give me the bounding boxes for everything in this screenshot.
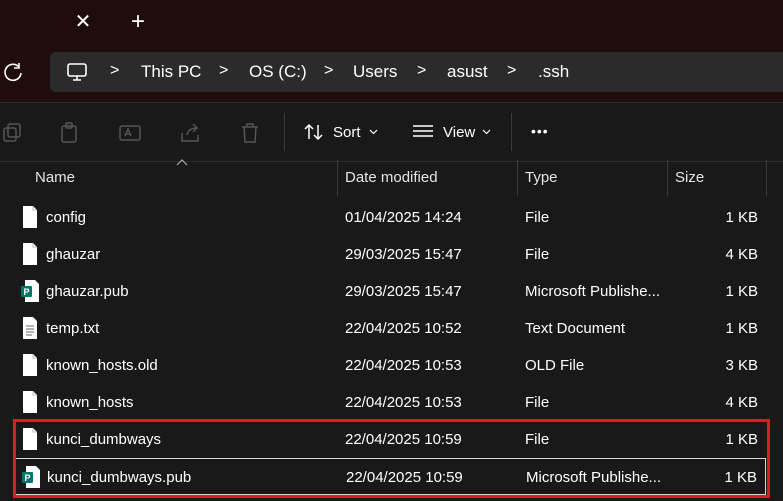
sort-ascending-icon <box>176 159 188 166</box>
column-name-header[interactable]: Name <box>35 169 75 186</box>
column-header-row: Name Date modified Type Size <box>0 159 783 196</box>
file-name: known_hosts <box>46 394 134 411</box>
chevron-right-icon[interactable]: > <box>110 62 119 80</box>
file-date-modified: 01/04/2025 14:24 <box>345 209 462 226</box>
file-date-modified: 22/04/2025 10:53 <box>345 394 462 411</box>
title-bar: ✕ + <box>0 0 783 45</box>
file-type: OLD File <box>525 357 585 374</box>
chevron-right-icon[interactable]: > <box>507 62 516 80</box>
blank-file-icon <box>23 391 37 413</box>
file-name: known_hosts.old <box>46 357 158 374</box>
toolbar-divider <box>511 113 512 151</box>
file-name: config <box>46 209 87 226</box>
more-options-button[interactable]: ••• <box>531 123 549 149</box>
file-type: File <box>525 209 550 226</box>
chevron-right-icon[interactable]: > <box>219 62 228 80</box>
file-size: 1 KB <box>725 283 758 300</box>
file-type: File <box>525 394 550 411</box>
copy-icon[interactable] <box>0 121 24 145</box>
column-type-header[interactable]: Type <box>525 169 558 186</box>
file-row[interactable]: known_hosts.old 22/04/2025 10:53 OLD File 3… <box>14 347 766 384</box>
file-size: 4 KB <box>725 246 758 263</box>
toolbar-divider <box>284 113 285 151</box>
chevron-right-icon[interactable]: > <box>417 62 426 80</box>
file-row[interactable]: Pghauzar.pub 29/03/2025 15:47 Microsoft Pu… <box>14 273 766 310</box>
file-name: ghauzar.pub <box>46 283 129 300</box>
file-type: File <box>525 246 550 263</box>
text-file-icon <box>23 317 37 339</box>
breadcrumb-os-c[interactable]: OS (C:) <box>249 62 307 82</box>
column-size-header[interactable]: Size <box>675 169 704 186</box>
svg-text:P: P <box>23 287 29 297</box>
command-bar: Sort View ••• <box>0 102 783 162</box>
delete-icon[interactable] <box>238 121 262 145</box>
breadcrumb-ssh[interactable]: .ssh <box>538 62 569 82</box>
breadcrumb[interactable]: > This PC > OS (C:) > Users > asust > .s… <box>50 52 783 92</box>
file-name: ghauzar <box>46 246 101 263</box>
view-label: View <box>443 124 476 141</box>
file-date-modified: 29/03/2025 15:47 <box>345 246 462 263</box>
chevron-down-icon <box>369 129 378 135</box>
file-type: Text Document <box>525 320 626 337</box>
chevron-down-icon <box>482 129 491 135</box>
file-date-modified: 29/03/2025 15:47 <box>345 283 462 300</box>
file-size: 1 KB <box>725 320 758 337</box>
sort-label: Sort <box>333 124 361 141</box>
file-type: Microsoft Publishe... <box>525 283 661 300</box>
breadcrumb-asust[interactable]: asust <box>447 62 488 82</box>
paste-icon[interactable] <box>58 121 82 145</box>
rename-icon[interactable] <box>118 121 142 145</box>
view-icon <box>413 125 433 137</box>
close-tab-icon[interactable]: ✕ <box>70 9 96 35</box>
blank-file-icon <box>23 243 37 265</box>
file-row[interactable]: ghauzar 29/03/2025 15:47 File 4 KB <box>14 236 766 273</box>
column-divider[interactable] <box>766 160 767 196</box>
publisher-file-icon: P <box>21 280 39 302</box>
computer-icon[interactable] <box>66 61 88 83</box>
file-row[interactable]: temp.txt 22/04/2025 10:52 Text Document 1 K… <box>14 310 766 347</box>
blank-file-icon <box>23 354 37 376</box>
chevron-right-icon[interactable]: > <box>324 62 333 80</box>
breadcrumb-users[interactable]: Users <box>353 62 397 82</box>
refresh-icon[interactable] <box>2 61 24 83</box>
blank-file-icon <box>23 206 37 228</box>
column-divider[interactable] <box>517 160 518 196</box>
file-size: 3 KB <box>725 357 758 374</box>
sort-icon <box>304 123 323 141</box>
address-bar-row: > This PC > OS (C:) > Users > asust > .s… <box>0 45 783 102</box>
breadcrumb-this-pc[interactable]: This PC <box>141 62 201 82</box>
column-divider[interactable] <box>667 160 668 196</box>
highlight-box <box>13 419 770 498</box>
new-tab-icon[interactable]: + <box>125 9 151 35</box>
file-date-modified: 22/04/2025 10:53 <box>345 357 462 374</box>
file-size: 1 KB <box>725 209 758 226</box>
column-date-header[interactable]: Date modified <box>345 169 438 186</box>
column-divider[interactable] <box>337 160 338 196</box>
file-row[interactable]: config 01/04/2025 14:24 File 1 KB <box>14 199 766 236</box>
share-icon[interactable] <box>178 121 202 145</box>
file-row[interactable]: known_hosts 22/04/2025 10:53 File 4 KB <box>14 384 766 421</box>
file-date-modified: 22/04/2025 10:52 <box>345 320 462 337</box>
file-name: temp.txt <box>46 320 100 337</box>
file-size: 4 KB <box>725 394 758 411</box>
